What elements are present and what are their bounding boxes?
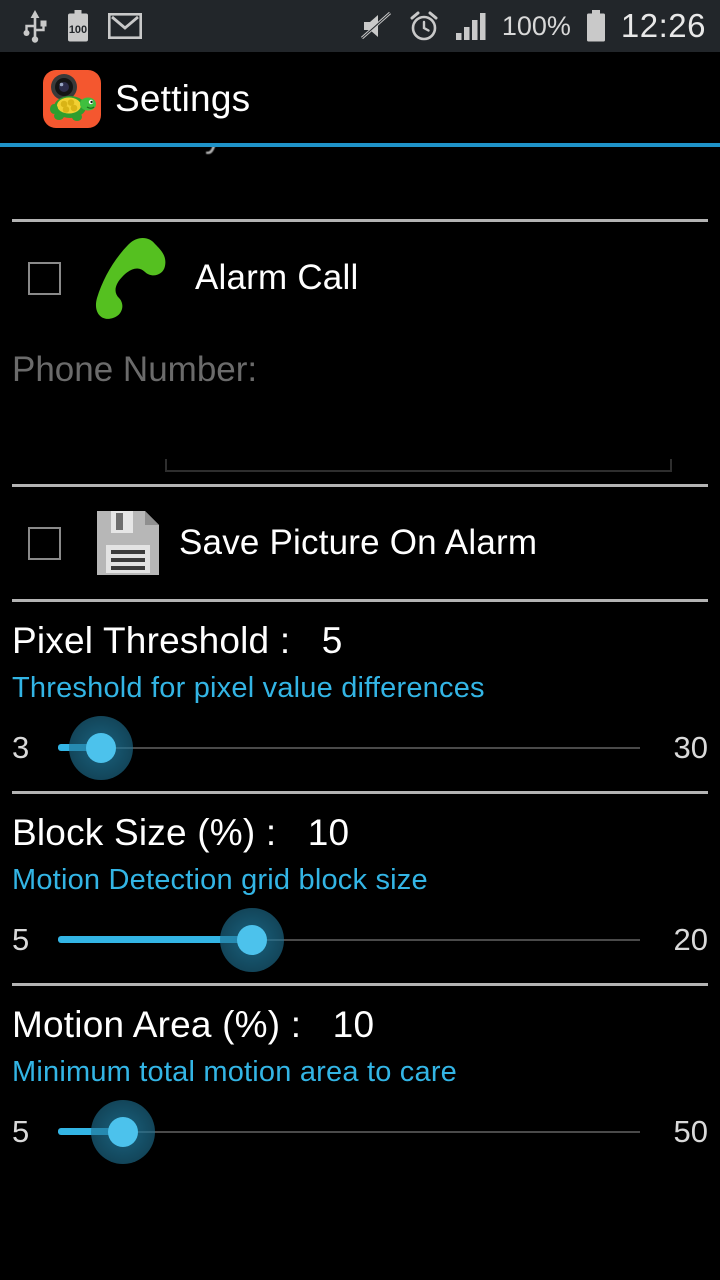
slider-track-background bbox=[58, 747, 640, 749]
clipped-row-ghost-text: y bbox=[205, 147, 222, 156]
turtle-camera-icon[interactable] bbox=[43, 69, 101, 128]
phone-number-input[interactable] bbox=[169, 428, 667, 468]
status-bar-clock: 12:26 bbox=[620, 7, 706, 44]
block-size-slider-thumb[interactable] bbox=[220, 908, 284, 972]
battery-badge-text: 100 bbox=[69, 24, 87, 36]
motion-area-title: Motion Area (%) : 10 bbox=[12, 1004, 375, 1045]
motion-area-slider-row[interactable]: 5 50 bbox=[0, 1095, 720, 1169]
block-size-max-label: 20 bbox=[673, 922, 708, 957]
pixel-threshold-title: Pixel Threshold : 5 bbox=[12, 620, 343, 661]
setting-row-save-picture[interactable]: Save Picture On Alarm bbox=[0, 487, 720, 599]
save-picture-label: Save Picture On Alarm bbox=[179, 523, 538, 562]
usb-icon bbox=[23, 10, 47, 43]
status-bar: 100 100% 12:26 bbox=[0, 0, 720, 52]
phone-number-block: Phone Number: bbox=[0, 334, 720, 484]
motion-area-subtitle: Minimum total motion area to care bbox=[12, 1056, 457, 1088]
setting-section-block-size: Block Size (%) : 10 Motion Detection gri… bbox=[0, 794, 720, 983]
alarm-call-checkbox[interactable] bbox=[28, 261, 61, 295]
battery-saver-icon: 100 bbox=[68, 10, 88, 42]
alarm-clock-icon bbox=[410, 11, 438, 41]
status-bar-left-icons: 100 bbox=[0, 9, 142, 43]
app-screen: 100 100% 12:26 Settings Alarm Call Phone… bbox=[0, 0, 720, 1280]
pixel-threshold-min-label: 3 bbox=[12, 730, 30, 765]
battery-percent-label: 100% bbox=[501, 10, 571, 41]
green-phone-icon bbox=[79, 230, 183, 326]
pixel-threshold-slider-row[interactable]: 3 30 bbox=[0, 711, 720, 785]
motion-area-max-label: 50 bbox=[673, 1114, 708, 1149]
edittext-underline bbox=[165, 470, 672, 472]
motion-area-slider-thumb[interactable] bbox=[90, 1100, 155, 1164]
settings-scroll-container[interactable]: y Alarm Call Phone Number: bbox=[0, 147, 720, 1280]
clipped-previous-row: y bbox=[0, 147, 720, 219]
battery-icon bbox=[586, 10, 605, 42]
block-size-track[interactable] bbox=[58, 908, 640, 972]
signal-bars-icon bbox=[455, 13, 486, 40]
setting-section-motion-area: Motion Area (%) : 10 Minimum total motio… bbox=[0, 986, 720, 1175]
pixel-threshold-subtitle: Threshold for pixel value differences bbox=[12, 672, 485, 704]
status-bar-right-icons: 100% 12:26 bbox=[360, 7, 720, 45]
action-bar: Settings bbox=[0, 52, 720, 145]
gmail-icon bbox=[108, 13, 142, 39]
motion-area-track[interactable] bbox=[58, 1100, 640, 1164]
phone-number-input-wrapper[interactable] bbox=[165, 428, 672, 472]
pixel-threshold-track[interactable] bbox=[58, 716, 640, 780]
pixel-threshold-slider-thumb[interactable] bbox=[69, 716, 134, 780]
mute-icon bbox=[360, 11, 391, 40]
setting-section-pixel-threshold: Pixel Threshold : 5 Threshold for pixel … bbox=[0, 602, 720, 791]
motion-area-min-label: 5 bbox=[12, 1114, 30, 1149]
block-size-subtitle: Motion Detection grid block size bbox=[12, 864, 428, 896]
alarm-call-label: Alarm Call bbox=[195, 258, 359, 297]
phone-number-label: Phone Number: bbox=[12, 350, 258, 389]
block-size-min-label: 5 bbox=[12, 922, 30, 957]
block-size-slider-row[interactable]: 5 20 bbox=[0, 903, 720, 977]
page-title: Settings bbox=[115, 77, 251, 119]
block-size-title: Block Size (%) : 10 bbox=[12, 812, 350, 853]
floppy-disk-save-icon bbox=[91, 507, 165, 579]
pixel-threshold-max-label: 30 bbox=[673, 730, 708, 765]
save-picture-checkbox[interactable] bbox=[28, 526, 61, 560]
setting-row-alarm-call[interactable]: Alarm Call bbox=[0, 222, 720, 334]
